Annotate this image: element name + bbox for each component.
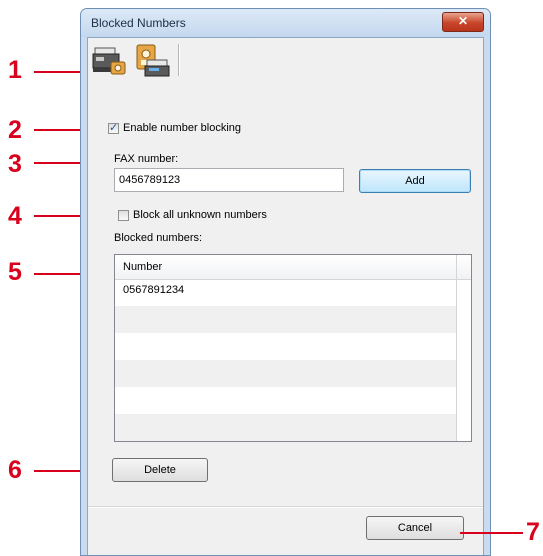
- list-header[interactable]: Number: [115, 255, 471, 280]
- block-unknown-label: Block all unknown numbers: [133, 209, 267, 221]
- checkmark-icon: ✓: [109, 121, 119, 134]
- callout-7: 7: [526, 518, 540, 546]
- block-unknown-checkbox[interactable]: [118, 210, 129, 221]
- callout-5: 5: [8, 258, 22, 286]
- list-row[interactable]: [115, 387, 456, 414]
- list-row[interactable]: [115, 414, 456, 441]
- callout-3: 3: [8, 150, 22, 178]
- enable-blocking-checkbox[interactable]: ✓: [108, 121, 119, 134]
- list-row[interactable]: [115, 360, 456, 387]
- add-button[interactable]: Add: [359, 169, 471, 193]
- callout-2: 2: [8, 116, 22, 144]
- close-button[interactable]: ✕: [442, 12, 484, 32]
- blocked-numbers-dialog: Blocked Numbers ✕ ✓ Enable number blocki…: [80, 8, 491, 556]
- delete-button[interactable]: Delete: [112, 458, 208, 482]
- list-row[interactable]: [115, 306, 456, 333]
- header-divider: [456, 255, 457, 279]
- window-title: Blocked Numbers: [91, 16, 186, 30]
- title-bar[interactable]: Blocked Numbers ✕: [81, 9, 490, 37]
- footer-divider: [88, 506, 483, 508]
- fax-phonebook-icon[interactable]: [134, 44, 170, 78]
- list-row[interactable]: [115, 333, 456, 360]
- column-header-number[interactable]: Number: [123, 261, 162, 273]
- cancel-button[interactable]: Cancel: [366, 516, 464, 540]
- row-number: 0567891234: [123, 284, 185, 296]
- dialog-client-area: ✓ Enable number blocking FAX number: 045…: [87, 37, 484, 555]
- callout-1: 1: [8, 56, 22, 84]
- blocked-numbers-list[interactable]: Number 0567891234: [114, 254, 472, 442]
- blocked-numbers-label: Blocked numbers:: [114, 232, 203, 244]
- enable-blocking-label: Enable number blocking: [123, 122, 242, 134]
- callout-line-7: [460, 532, 523, 534]
- toolbar-separator: [178, 44, 180, 76]
- callout-6: 6: [8, 456, 22, 484]
- toolbar: [88, 38, 483, 82]
- callout-4: 4: [8, 202, 22, 230]
- list-row[interactable]: 0567891234: [115, 279, 456, 306]
- fax-machine-icon[interactable]: [92, 44, 128, 78]
- column-divider: [456, 279, 457, 441]
- fax-number-label: FAX number:: [114, 153, 179, 165]
- fax-number-input[interactable]: 0456789123: [114, 168, 344, 192]
